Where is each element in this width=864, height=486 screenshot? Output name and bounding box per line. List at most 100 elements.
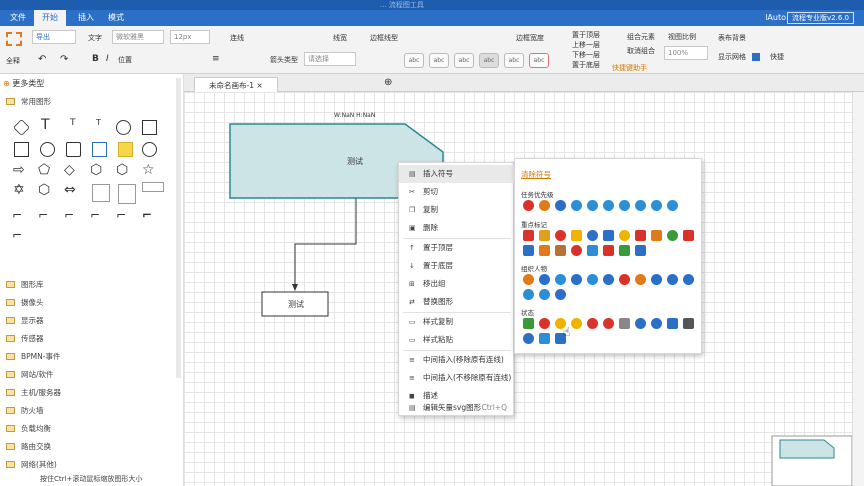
menu-bring-top[interactable]: ↑ 置于顶层	[399, 239, 515, 257]
canvas-scrollbar[interactable]	[852, 92, 864, 486]
style-sample-5[interactable]: abc	[504, 53, 524, 68]
mark-box-icon[interactable]	[539, 245, 550, 256]
category-sensor[interactable]: 传感器	[6, 333, 44, 344]
mark-calendar-icon[interactable]	[555, 245, 566, 256]
menu-send-bottom[interactable]: ↓ 置于底层	[399, 257, 515, 275]
shape-pentagon[interactable]: ⬠	[38, 162, 50, 178]
menu-insert-middle-remove[interactable]: ≡ 中间插入(移除原有连线)	[399, 351, 515, 369]
user-name[interactable]: lAuto	[765, 13, 786, 22]
shape-text-small[interactable]: T	[96, 118, 101, 127]
more-types-header[interactable]: ⊕ 更多类型	[3, 78, 44, 89]
shortcut-button[interactable]: 快捷	[770, 52, 784, 62]
zoom-select[interactable]: 100%	[664, 46, 708, 60]
person-3-icon[interactable]	[555, 274, 566, 285]
redo-icon[interactable]: ↷	[60, 54, 68, 65]
person-10-icon[interactable]	[667, 274, 678, 285]
person-12-icon[interactable]	[523, 289, 534, 300]
shape-octagon[interactable]	[40, 142, 55, 157]
person-4-icon[interactable]	[571, 274, 582, 285]
shape-list[interactable]	[118, 184, 136, 204]
priority-6-icon[interactable]	[603, 200, 614, 211]
status-monitor-icon[interactable]	[683, 318, 694, 329]
priority-9-icon[interactable]	[651, 200, 662, 211]
connector-6[interactable]: ⌐	[142, 208, 152, 222]
shape-double-arrow[interactable]: ⇔	[64, 182, 76, 198]
priority-5-icon[interactable]	[587, 200, 598, 211]
shape-octagon-2[interactable]: ⬡	[38, 182, 50, 198]
tab-document[interactable]: 未命名画布-1 ×	[194, 77, 278, 93]
add-tab-icon[interactable]: ⊕	[384, 77, 392, 88]
up-one-button[interactable]: 上移一层	[572, 40, 600, 50]
status-profile-icon[interactable]	[667, 318, 678, 329]
style-sample-2[interactable]: abc	[429, 53, 449, 68]
align-icon[interactable]: ≡	[212, 54, 220, 64]
priority-4-icon[interactable]	[571, 200, 582, 211]
category-firewall[interactable]: 防火墙	[6, 405, 44, 416]
ungroup-button[interactable]: 取消组合	[627, 46, 655, 56]
shape-note[interactable]	[118, 142, 133, 157]
clear-symbol-link[interactable]: 清除符号	[521, 169, 551, 180]
mark-send-icon[interactable]	[587, 245, 598, 256]
show-grid-checkbox[interactable]	[752, 53, 760, 61]
menu-insert-middle-keep[interactable]: ≡ 中间插入(不移除原有连线)	[399, 369, 515, 387]
style-sample-4[interactable]: abc	[479, 53, 499, 68]
shape-table[interactable]	[92, 184, 110, 202]
view-ratio-label[interactable]: 视图比例	[668, 32, 696, 42]
mark-warning-icon[interactable]	[571, 245, 582, 256]
connector-1[interactable]: ⌐	[12, 208, 22, 222]
sidebar-scrollbar[interactable]	[176, 78, 181, 378]
menu-replace-shape[interactable]: ⇄ 替换图形	[399, 293, 515, 311]
shape-star[interactable]: ☆	[142, 162, 155, 178]
style-sample-1[interactable]: abc	[404, 53, 424, 68]
shape-rounded-rect[interactable]	[66, 142, 81, 157]
category-website[interactable]: 网站/软件	[6, 369, 54, 380]
menu-style-copy[interactable]: ▭ 样式复制	[399, 313, 515, 331]
shape-bar[interactable]	[142, 182, 164, 192]
priority-2-icon[interactable]	[539, 200, 550, 211]
person-11-icon[interactable]	[683, 274, 694, 285]
shape-text-large[interactable]: T	[41, 117, 50, 133]
priority-8-icon[interactable]	[635, 200, 646, 211]
connector-7[interactable]: ⌐	[12, 228, 22, 242]
mark-star-icon[interactable]	[523, 230, 534, 241]
italic-icon[interactable]: I	[106, 54, 109, 64]
shape-diamond[interactable]: ◇	[64, 162, 75, 178]
mark-doc-icon[interactable]	[683, 230, 694, 241]
menu-delete[interactable]: ▣ 删除	[399, 219, 515, 237]
common-shapes-category[interactable]: 常用图形	[6, 96, 51, 107]
category-network-other[interactable]: 网络(其他)	[6, 459, 57, 470]
mark-screen-icon[interactable]	[635, 245, 646, 256]
priority-7-icon[interactable]	[619, 200, 630, 211]
person-14-icon[interactable]	[555, 289, 566, 300]
person-13-icon[interactable]	[539, 289, 550, 300]
select-all-icon[interactable]	[6, 32, 22, 46]
status-link-icon[interactable]	[619, 318, 630, 329]
to-bottom-button[interactable]: 置于底层	[572, 60, 600, 70]
mark-flag-icon[interactable]	[571, 230, 582, 241]
menu-remove-group[interactable]: ⊞ 移出组	[399, 275, 515, 293]
shape-star-6[interactable]: ✡	[13, 182, 25, 198]
connector-line[interactable]	[294, 198, 357, 288]
menu-insert-symbol[interactable]: ▤ 插入符号	[399, 165, 515, 183]
mark-target-icon[interactable]	[555, 230, 566, 241]
style-sample-6[interactable]: abc	[529, 53, 549, 68]
mark-refresh-icon[interactable]	[667, 230, 678, 241]
font-size-select[interactable]: 12px	[170, 30, 210, 44]
status-done-icon[interactable]	[523, 318, 534, 329]
mark-bulb-icon[interactable]	[619, 230, 630, 241]
arrow-type-select[interactable]: 请选择	[304, 52, 356, 66]
mark-pin-icon[interactable]	[603, 245, 614, 256]
shape-square[interactable]	[142, 120, 157, 135]
category-routing[interactable]: 路由交换	[6, 441, 51, 452]
shape-circle-2[interactable]	[142, 142, 157, 157]
person-5-icon[interactable]	[587, 274, 598, 285]
connector-4[interactable]: ⌐	[90, 208, 100, 222]
shape-arrow-right[interactable]: ⇨	[13, 162, 25, 178]
connector-5[interactable]: ⌐	[116, 208, 126, 222]
person-2-icon[interactable]	[539, 274, 550, 285]
menu-cut[interactable]: ✂ 剪切	[399, 183, 515, 201]
connector-3[interactable]: ⌐	[64, 208, 74, 222]
export-button[interactable]: 导出	[32, 30, 76, 44]
select-all-label[interactable]: 全释	[6, 56, 20, 66]
priority-10-icon[interactable]	[667, 200, 678, 211]
